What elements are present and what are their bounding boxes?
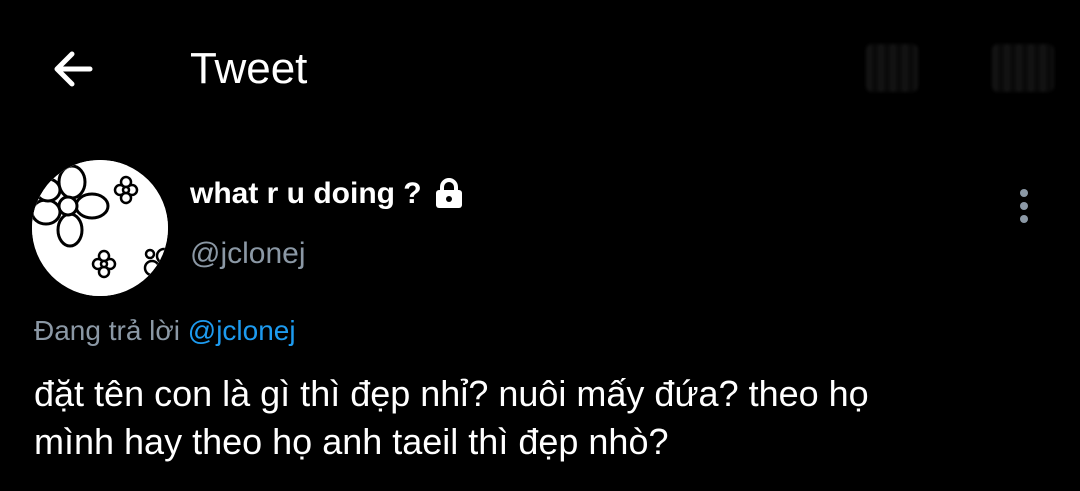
replying-to-mention[interactable]: @jclonej [188, 315, 296, 346]
replying-to: Đang trả lời @jclonej [34, 314, 296, 348]
display-name: what r u doing ? [190, 177, 422, 210]
tweet-text: đặt tên con là gì thì đẹp nhỉ? nuôi mấy … [34, 370, 1054, 466]
more-options-button[interactable] [1006, 186, 1042, 226]
replying-to-label: Đang trả lời [34, 315, 180, 346]
lock-icon [432, 177, 466, 211]
blurred-icon [866, 44, 918, 92]
avatar[interactable] [32, 160, 168, 296]
page-title: Tweet [190, 44, 308, 93]
more-vertical-icon [1020, 189, 1028, 223]
author-handle[interactable]: @jclonej [190, 236, 306, 272]
blurred-icon [992, 44, 1054, 92]
tweet-text-line: đặt tên con là gì thì đẹp nhỉ? nuôi mấy … [34, 373, 869, 414]
arrow-left-icon [54, 51, 93, 87]
author-name-row[interactable]: what r u doing ? [190, 176, 466, 212]
tweet-text-line: mình hay theo họ anh taeil thì đẹp nhò? [34, 421, 669, 462]
back-button[interactable] [48, 44, 98, 94]
flower-avatar-image [32, 160, 168, 296]
top-bar: Tweet [0, 0, 1080, 140]
